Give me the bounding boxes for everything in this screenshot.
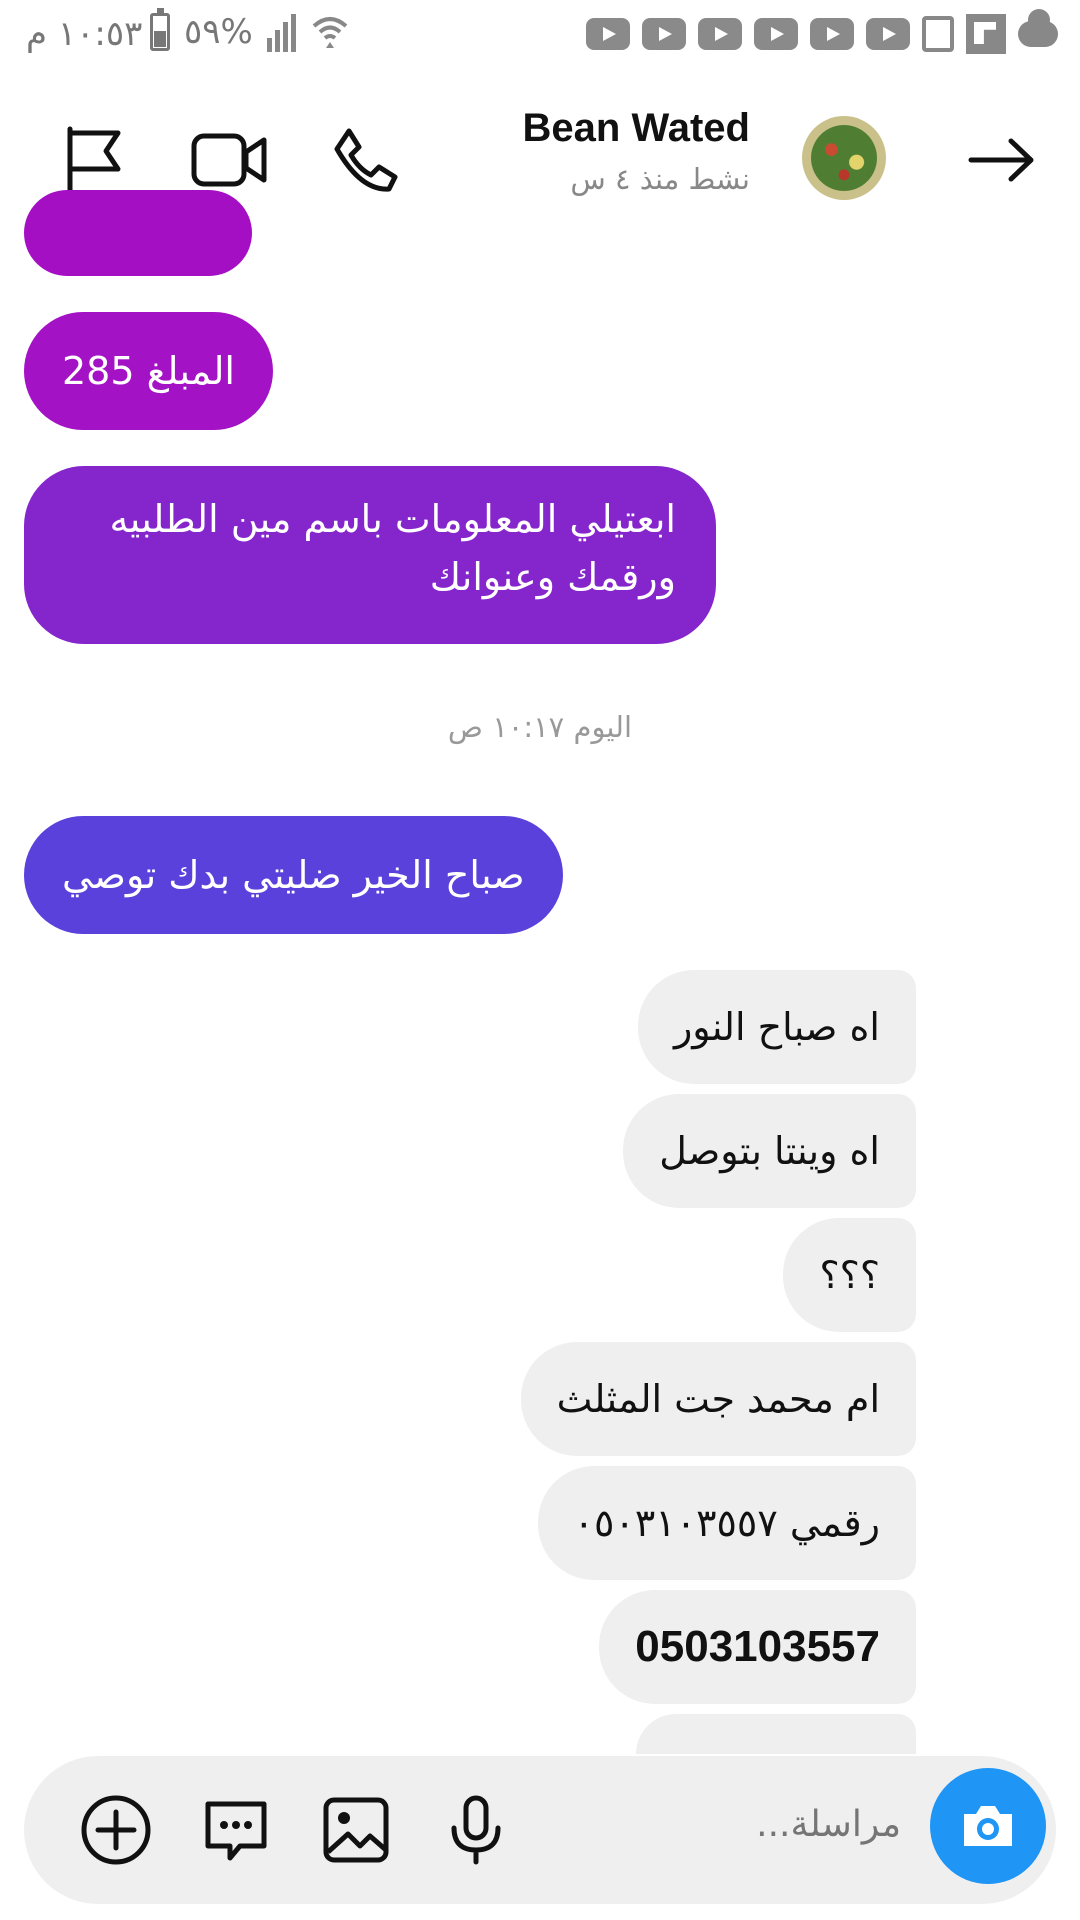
back-button[interactable]: [952, 110, 1052, 210]
phone-icon: [334, 128, 398, 192]
received-message-partial[interactable]: [636, 1714, 916, 1754]
contact-status: نشط منذ ٤ س: [570, 162, 750, 196]
battery-percent: %٥٩: [184, 12, 253, 52]
camera-icon: [964, 1806, 1012, 1846]
flipboard-icon: [966, 14, 1006, 54]
youtube-icon: [698, 18, 742, 50]
wifi-icon: [312, 17, 348, 48]
message-composer: [24, 1756, 1056, 1904]
timestamp: اليوم ١٠:١٧ ص: [447, 710, 633, 744]
youtube-icon: [586, 18, 630, 50]
sticker-button[interactable]: [196, 1790, 276, 1870]
microphone-icon: [451, 1795, 501, 1865]
sent-message-partial[interactable]: [24, 190, 252, 276]
add-button[interactable]: [76, 1790, 156, 1870]
sticker-icon: [205, 1801, 267, 1861]
microphone-button[interactable]: [436, 1790, 516, 1870]
camera-button[interactable]: [930, 1768, 1046, 1884]
received-message[interactable]: اه وينتا بتوصل: [623, 1094, 916, 1208]
youtube-icon: [866, 18, 910, 50]
youtube-icon: [810, 18, 854, 50]
status-indicators: %٥٩: [150, 8, 350, 52]
received-message[interactable]: ام محمد جت المثلث: [520, 1342, 916, 1456]
battery-icon: [150, 8, 170, 51]
image-icon: [922, 16, 954, 52]
received-message[interactable]: اه صباح النور: [637, 970, 916, 1084]
add-icon: [81, 1795, 151, 1865]
received-message[interactable]: 0503103557: [599, 1590, 916, 1704]
contact-avatar[interactable]: [802, 116, 886, 200]
received-message[interactable]: ؟؟؟: [783, 1218, 916, 1332]
status-bar: ١٠:٥٣ م %٥٩: [0, 0, 1080, 76]
received-message[interactable]: رقمي ٠٥٠٣١٠٣٥٥٧: [537, 1466, 916, 1580]
sent-message[interactable]: ابعتيلي المعلومات باسم مين الطلبيه ورقمك…: [24, 466, 716, 644]
sent-message[interactable]: المبلغ 285: [24, 312, 273, 430]
flag-icon: [67, 126, 121, 194]
video-call-icon: [191, 133, 267, 187]
notification-icons: [586, 9, 1058, 54]
status-time: ١٠:٥٣ م: [26, 14, 143, 54]
youtube-icon: [642, 18, 686, 50]
contact-name[interactable]: Bean Wated: [523, 106, 750, 151]
message-line: ورقمك وعنوانك: [429, 555, 676, 599]
gallery-icon: [323, 1797, 389, 1863]
signal-icon: [266, 12, 296, 52]
sent-message[interactable]: صباح الخير ضليتي بدك توصي: [24, 816, 563, 934]
message-line: ابعتيلي المعلومات باسم مين الطلبيه: [109, 497, 676, 541]
forward-arrow-icon: [968, 138, 1034, 182]
youtube-icon: [754, 18, 798, 50]
gallery-button[interactable]: [316, 1790, 396, 1870]
phone-call-button[interactable]: [316, 110, 416, 210]
cloud-icon: [1018, 9, 1058, 47]
message-input[interactable]: [641, 1804, 901, 1845]
